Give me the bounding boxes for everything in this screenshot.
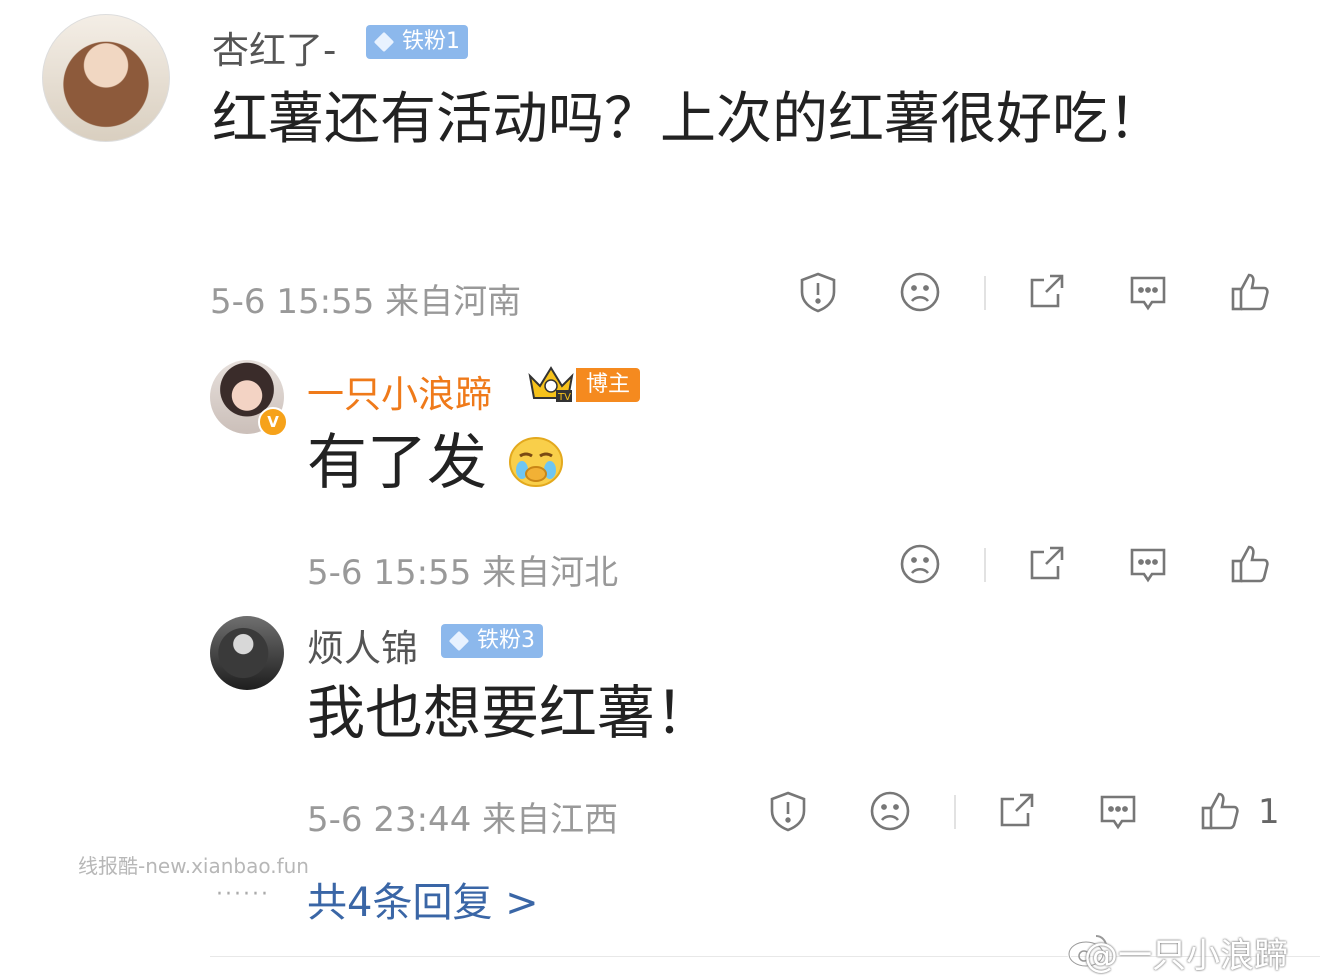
comment-text: 有了发 [307, 428, 487, 498]
verified-badge: V [258, 407, 288, 437]
fan-badge-label: 铁粉3 [477, 628, 535, 653]
comment-username[interactable]: 一只小浪蹄 [307, 364, 492, 418]
avatar[interactable] [210, 616, 284, 690]
comment-meta: 5-6 15:55 来自河北 [307, 553, 619, 593]
owner-badge: 博主 [576, 368, 641, 402]
report-icon[interactable] [766, 789, 810, 833]
like-icon[interactable] [1228, 270, 1272, 314]
crying-emoji-icon [508, 436, 564, 488]
dislike-icon[interactable] [898, 270, 942, 314]
brand-watermark: @一只小浪蹄 [1084, 936, 1288, 976]
comment-username[interactable]: 烦人锦 [307, 618, 418, 672]
reply-icon[interactable] [1126, 270, 1170, 314]
comment-meta: 5-6 15:55 来自河南 [210, 282, 522, 322]
fan-badge-label: 铁粉1 [402, 29, 460, 54]
like-icon[interactable] [1228, 542, 1272, 586]
like-count: 1 [1258, 792, 1280, 832]
reply-dots: ······ [216, 882, 270, 907]
comment-text: 红薯还有活动吗？上次的红薯很好吃！ [212, 87, 1164, 152]
diamond-icon [373, 31, 395, 53]
dislike-icon[interactable] [868, 789, 912, 833]
comment-username[interactable]: 杏红了- [212, 20, 336, 74]
reply-icon[interactable] [1096, 789, 1140, 833]
divider [954, 795, 956, 829]
share-icon[interactable] [1024, 270, 1068, 314]
share-icon[interactable] [994, 789, 1038, 833]
svg-text:TV: TV [557, 392, 571, 403]
report-icon[interactable] [796, 270, 840, 314]
comment-text: 我也想要红薯！ [307, 679, 714, 747]
like-icon[interactable] [1198, 789, 1242, 833]
reply-icon[interactable] [1126, 542, 1170, 586]
diamond-icon [448, 630, 470, 652]
crown-icon: TV [526, 364, 576, 404]
fan-badge[interactable]: 铁粉3 [441, 624, 543, 658]
comment-meta: 5-6 23:44 来自江西 [307, 800, 619, 840]
more-replies-link[interactable]: 共4条回复 > [307, 870, 539, 928]
dislike-icon[interactable] [898, 542, 942, 586]
share-icon[interactable] [1024, 542, 1068, 586]
fan-badge[interactable]: 铁粉1 [366, 25, 468, 59]
avatar[interactable] [42, 14, 170, 142]
divider [984, 276, 986, 310]
divider [984, 548, 986, 582]
watermark: 线报酷-new.xianbao.fun [78, 854, 309, 878]
